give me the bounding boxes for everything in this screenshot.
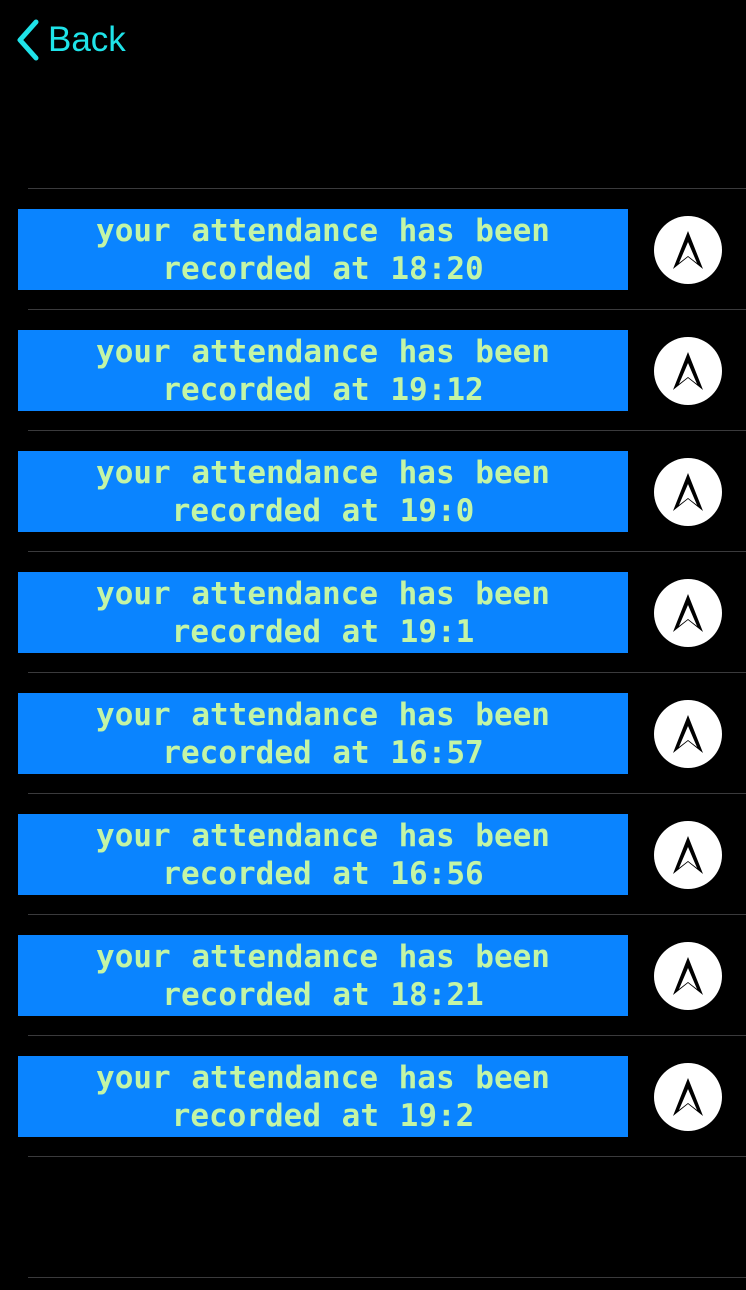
attendance-message-text: your attendance has been recorded at 19:… (96, 454, 550, 529)
attendance-message-text: your attendance has been recorded at 19:… (96, 333, 550, 408)
attendance-message[interactable]: your attendance has been recorded at 18:… (18, 209, 628, 290)
back-button[interactable]: Back (14, 18, 126, 62)
list-item: your attendance has been recorded at 19:… (0, 310, 746, 430)
attendance-message[interactable]: your attendance has been recorded at 16:… (18, 814, 628, 895)
list-item: your attendance has been recorded at 19:… (0, 1036, 746, 1156)
navigation-arrow-icon[interactable] (654, 1063, 722, 1131)
list-item: your attendance has been recorded at 19:… (0, 431, 746, 551)
attendance-message-text: your attendance has been recorded at 16:… (96, 696, 550, 771)
attendance-message[interactable]: your attendance has been recorded at 19:… (18, 572, 628, 653)
attendance-message[interactable]: your attendance has been recorded at 16:… (18, 693, 628, 774)
navigation-arrow-icon[interactable] (654, 942, 722, 1010)
attendance-message-text: your attendance has been recorded at 19:… (96, 575, 550, 650)
navigation-arrow-icon[interactable] (654, 458, 722, 526)
list-item: your attendance has been recorded at 19:… (0, 552, 746, 672)
navigation-arrow-icon[interactable] (654, 579, 722, 647)
attendance-message[interactable]: your attendance has been recorded at 19:… (18, 330, 628, 411)
attendance-message-text: your attendance has been recorded at 16:… (96, 817, 550, 892)
attendance-list: your attendance has been recorded at 18:… (0, 188, 746, 1278)
empty-row (0, 1157, 746, 1277)
attendance-message[interactable]: your attendance has been recorded at 18:… (18, 935, 628, 1016)
navigation-arrow-icon[interactable] (654, 337, 722, 405)
back-label: Back (48, 20, 126, 59)
attendance-message[interactable]: your attendance has been recorded at 19:… (18, 1056, 628, 1137)
attendance-message-text: your attendance has been recorded at 18:… (96, 212, 550, 287)
list-item: your attendance has been recorded at 18:… (0, 915, 746, 1035)
list-item: your attendance has been recorded at 16:… (0, 794, 746, 914)
list-separator (28, 1277, 746, 1278)
chevron-left-icon (14, 18, 40, 62)
attendance-message-text: your attendance has been recorded at 19:… (96, 1059, 550, 1134)
navigation-arrow-icon[interactable] (654, 821, 722, 889)
navigation-bar: Back (0, 0, 746, 82)
navigation-arrow-icon[interactable] (654, 216, 722, 284)
navigation-arrow-icon[interactable] (654, 700, 722, 768)
attendance-message[interactable]: your attendance has been recorded at 19:… (18, 451, 628, 532)
list-item: your attendance has been recorded at 16:… (0, 673, 746, 793)
list-item: your attendance has been recorded at 18:… (0, 189, 746, 309)
attendance-message-text: your attendance has been recorded at 18:… (96, 938, 550, 1013)
